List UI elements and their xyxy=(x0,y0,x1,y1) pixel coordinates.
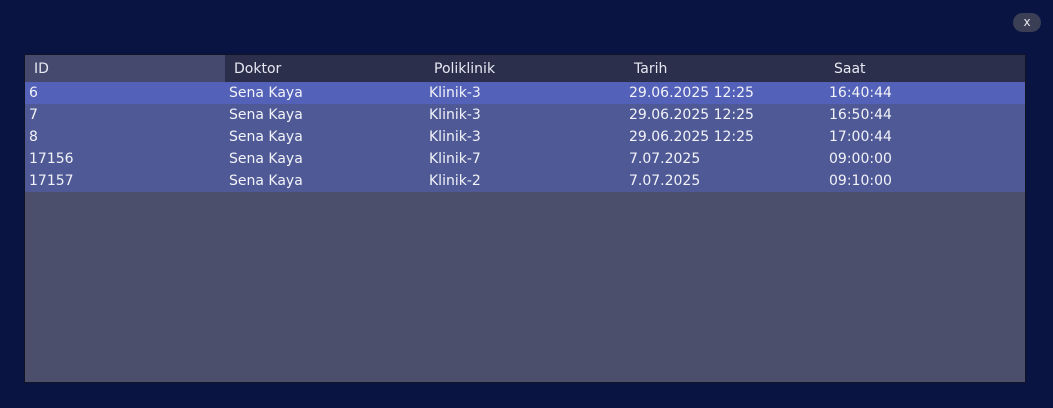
cell-doktor: Sena Kaya xyxy=(229,151,303,167)
column-header-poliklinik[interactable]: Poliklinik xyxy=(425,55,625,82)
cell-saat: 17:00:44 xyxy=(829,129,892,145)
cell-doktor: Sena Kaya xyxy=(229,129,303,145)
appointments-table[interactable]: ID Doktor Poliklinik Tarih Saat 6 Sena K… xyxy=(24,54,1026,383)
column-header-tarih[interactable]: Tarih xyxy=(625,55,825,82)
table-header: ID Doktor Poliklinik Tarih Saat xyxy=(25,55,1025,82)
column-header-id[interactable]: ID xyxy=(25,55,225,82)
cell-tarih: 7.07.2025 xyxy=(629,151,701,167)
column-header-doktor[interactable]: Doktor xyxy=(225,55,425,82)
cell-doktor: Sena Kaya xyxy=(229,173,303,189)
cell-saat: 16:40:44 xyxy=(829,85,892,101)
cell-id: 8 xyxy=(29,129,38,145)
cell-tarih: 29.06.2025 12:25 xyxy=(629,85,754,101)
cell-poliklinik: Klinik-7 xyxy=(429,151,481,167)
table-row[interactable]: 17157 Sena Kaya Klinik-2 7.07.2025 09:10… xyxy=(25,170,1025,192)
cell-doktor: Sena Kaya xyxy=(229,85,303,101)
cell-tarih: 7.07.2025 xyxy=(629,173,701,189)
close-button[interactable]: x xyxy=(1013,13,1041,32)
table-row[interactable]: 8 Sena Kaya Klinik-3 29.06.2025 12:25 17… xyxy=(25,126,1025,148)
cell-tarih: 29.06.2025 12:25 xyxy=(629,107,754,123)
cell-saat: 16:50:44 xyxy=(829,107,892,123)
cell-doktor: Sena Kaya xyxy=(229,107,303,123)
cell-id: 7 xyxy=(29,107,38,123)
column-header-saat[interactable]: Saat xyxy=(825,55,1025,82)
cell-poliklinik: Klinik-2 xyxy=(429,173,481,189)
appointments-window: x ID Doktor Poliklinik Tarih Saat 6 Sena… xyxy=(0,0,1053,408)
cell-tarih: 29.06.2025 12:25 xyxy=(629,129,754,145)
table-row[interactable]: 6 Sena Kaya Klinik-3 29.06.2025 12:25 16… xyxy=(25,82,1025,104)
cell-saat: 09:10:00 xyxy=(829,173,892,189)
table-row[interactable]: 7 Sena Kaya Klinik-3 29.06.2025 12:25 16… xyxy=(25,104,1025,126)
cell-id: 17156 xyxy=(29,151,74,167)
cell-poliklinik: Klinik-3 xyxy=(429,129,481,145)
cell-id: 17157 xyxy=(29,173,74,189)
cell-poliklinik: Klinik-3 xyxy=(429,107,481,123)
table-row[interactable]: 17156 Sena Kaya Klinik-7 7.07.2025 09:00… xyxy=(25,148,1025,170)
cell-poliklinik: Klinik-3 xyxy=(429,85,481,101)
cell-id: 6 xyxy=(29,85,38,101)
cell-saat: 09:00:00 xyxy=(829,151,892,167)
